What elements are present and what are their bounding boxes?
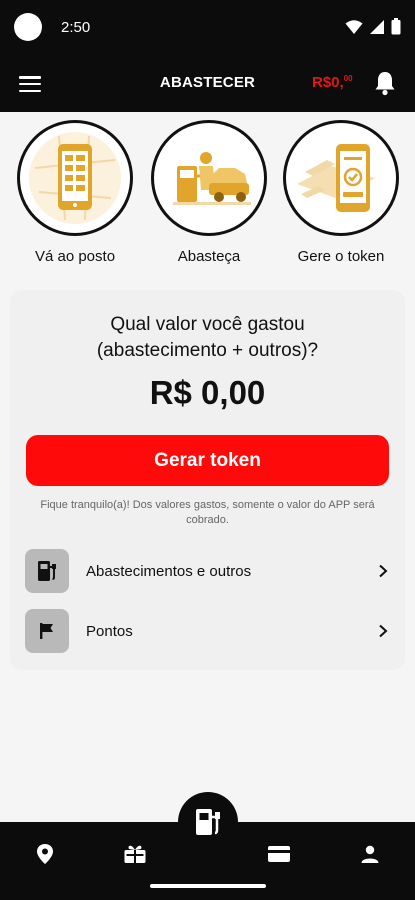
step-circle <box>283 120 399 236</box>
bell-icon[interactable] <box>374 70 396 96</box>
balance-cents: 00 <box>343 74 353 83</box>
nav-gifts[interactable] <box>122 842 148 866</box>
question-line-2: (abastecimento + outros)? <box>96 340 319 361</box>
status-time: 2:50 <box>61 19 91 36</box>
fuel-pump-car-illustration <box>173 152 251 205</box>
nav-cards[interactable] <box>266 842 292 866</box>
location-pin-icon <box>37 844 53 864</box>
step-label: Vá ao posto <box>34 248 116 265</box>
chevron-right-icon <box>379 624 388 638</box>
step-circle <box>151 120 267 236</box>
step-label: Abasteça <box>177 248 241 265</box>
question-text: Qual valor você gastou (abastecimento + … <box>10 312 405 364</box>
fab-fuel-button[interactable] <box>178 792 238 852</box>
step-fuel-up[interactable]: Abasteça <box>149 120 269 265</box>
flag-icon <box>25 609 69 653</box>
status-camera-dot <box>14 13 42 41</box>
step-label: Gere o token <box>297 248 385 265</box>
info-note: Fique tranquilo(a)! Dos valores gastos, … <box>40 499 375 526</box>
fuel-pump-icon <box>25 549 69 593</box>
status-bar: 2:50 <box>0 0 415 56</box>
steps-section: Vá ao posto Abasteça Gere o token <box>0 112 415 280</box>
fuel-pump-icon <box>196 809 220 835</box>
list-item-points[interactable]: Pontos <box>25 608 390 654</box>
step-generate-token[interactable]: Gere o token <box>281 120 401 265</box>
card-icon <box>268 846 290 862</box>
nav-location[interactable] <box>32 842 58 866</box>
list-item-fuel-and-others[interactable]: Abastecimentos e outros <box>25 548 390 594</box>
generate-token-button[interactable]: Gerar token <box>26 435 389 486</box>
app-bar: ABASTECER R$0,00 <box>0 56 415 112</box>
signal-icon <box>370 19 384 34</box>
phone-token-illustration <box>297 144 375 212</box>
step-circle <box>17 120 133 236</box>
list-item-label: Abastecimentos e outros <box>86 562 252 580</box>
phone-map-illustration <box>29 132 121 224</box>
question-line-1: Qual valor você gastou <box>110 314 305 335</box>
gift-icon <box>124 845 146 863</box>
list-item-label: Pontos <box>86 622 133 640</box>
person-icon <box>361 845 379 863</box>
status-icons <box>345 18 401 35</box>
battery-icon <box>391 18 401 35</box>
home-indicator[interactable] <box>150 884 266 888</box>
nav-profile[interactable] <box>357 842 383 866</box>
step-go-to-station[interactable]: Vá ao posto <box>15 120 135 265</box>
balance-main: R$0, <box>312 74 344 91</box>
wifi-icon <box>345 19 363 34</box>
balance-badge[interactable]: R$0,00 <box>312 74 353 91</box>
value-card: Qual valor você gastou (abastecimento + … <box>10 290 405 670</box>
amount-value[interactable]: R$ 0,00 <box>10 374 405 412</box>
chevron-right-icon <box>379 564 388 578</box>
